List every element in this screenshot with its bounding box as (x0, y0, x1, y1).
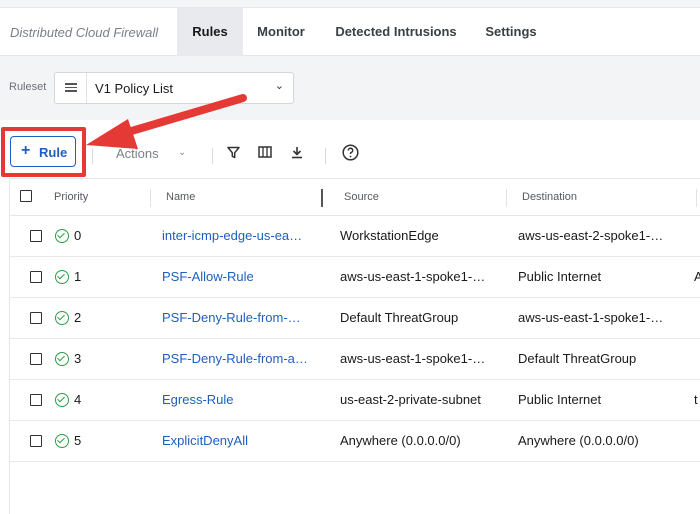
filter-icon[interactable] (224, 142, 242, 162)
column-divider (696, 189, 697, 207)
app-title: Distributed Cloud Firewall (10, 25, 159, 40)
row-checkbox[interactable] (30, 271, 42, 283)
chevron-down-icon: ⌄ (274, 80, 284, 92)
row-name-link[interactable]: inter-icmp-edge-us-ea… (162, 228, 308, 243)
tab-monitor[interactable]: Monitor (246, 8, 316, 56)
row-destination: Default ThreatGroup (518, 351, 637, 366)
tab-detected-intrusions[interactable]: Detected Intrusions (326, 8, 466, 56)
row-name-link[interactable]: PSF-Deny-Rule-from-… (162, 310, 308, 325)
header-priority[interactable]: Priority (54, 191, 88, 203)
highlight-box (1, 127, 86, 177)
help-icon[interactable] (340, 142, 360, 162)
row-truncated-cell: A (694, 269, 700, 284)
row-destination: Public Internet (518, 392, 602, 407)
table-row[interactable]: 4 Egress-Rule us-east-2-private-subnet P… (10, 380, 700, 421)
header-source[interactable]: Source (344, 191, 379, 203)
row-checkbox[interactable] (30, 312, 42, 324)
row-checkbox[interactable] (30, 230, 42, 242)
toolbar-divider (92, 148, 93, 164)
header-name[interactable]: Name (166, 191, 195, 203)
column-divider (150, 189, 151, 207)
row-name-link[interactable]: PSF-Deny-Rule-from-a… (162, 351, 308, 366)
table-row[interactable]: 5 ExplicitDenyAll Anywhere (0.0.0.0/0) A… (10, 421, 700, 462)
columns-icon[interactable] (256, 142, 274, 162)
row-checkbox[interactable] (30, 394, 42, 406)
tab-bar: Distributed Cloud Firewall Rules Monitor… (0, 8, 700, 56)
table-row[interactable]: 0 inter-icmp-edge-us-ea… WorkstationEdge… (10, 216, 700, 257)
toolbar-divider (325, 148, 326, 164)
table-row[interactable]: 2 PSF-Deny-Rule-from-… Default ThreatGro… (10, 298, 700, 339)
check-circle-icon (55, 229, 69, 243)
chevron-down-icon: ⌄ (178, 147, 187, 158)
header-destination[interactable]: Destination (522, 191, 577, 203)
ruleset-select[interactable]: V1 Policy List ⌄ (54, 72, 294, 104)
check-circle-icon (55, 270, 69, 284)
check-circle-icon (55, 352, 69, 366)
list-icon-box (55, 73, 87, 103)
toolbar-divider (212, 148, 213, 164)
row-truncated-cell: t (694, 392, 698, 407)
top-strip (0, 0, 700, 8)
row-priority: 5 (74, 433, 82, 448)
row-name-link[interactable]: PSF-Allow-Rule (162, 269, 308, 284)
check-circle-icon (55, 311, 69, 325)
ruleset-select-value: V1 Policy List (95, 81, 174, 96)
table-row[interactable]: 3 PSF-Deny-Rule-from-a… aws-us-east-1-sp… (10, 339, 700, 380)
list-icon (65, 83, 77, 92)
row-priority: 3 (74, 351, 82, 366)
row-priority: 2 (74, 310, 82, 325)
check-circle-icon (55, 393, 69, 407)
row-priority: 4 (74, 392, 82, 407)
table-row[interactable]: 1 PSF-Allow-Rule aws-us-east-1-spoke1-… … (10, 257, 700, 298)
row-destination: aws-us-east-2-spoke1-… (518, 228, 664, 243)
row-destination: Public Internet (518, 269, 602, 284)
row-checkbox[interactable] (30, 435, 42, 447)
row-priority: 1 (74, 269, 82, 284)
check-circle-icon (55, 434, 69, 448)
ruleset-label: Ruleset (9, 81, 47, 93)
download-icon[interactable] (288, 142, 306, 162)
table-header: Priority Name Source Destination (10, 178, 700, 216)
actions-dropdown[interactable]: Actions (116, 146, 159, 161)
row-checkbox[interactable] (30, 353, 42, 365)
tab-settings[interactable]: Settings (476, 8, 546, 56)
toolbar: + Rule Actions ⌄ (0, 120, 700, 178)
column-resize-handle[interactable] (321, 189, 323, 207)
row-source: WorkstationEdge (340, 228, 439, 243)
row-source: Anywhere (0.0.0.0/0) (340, 433, 461, 448)
row-name-link[interactable]: Egress-Rule (162, 392, 308, 407)
row-destination: aws-us-east-1-spoke1-… (518, 310, 664, 325)
select-all-checkbox[interactable] (20, 190, 32, 202)
column-divider (506, 189, 507, 207)
row-source: aws-us-east-1-spoke1-… (340, 269, 486, 284)
row-destination: Anywhere (0.0.0.0/0) (518, 433, 639, 448)
tab-rules[interactable]: Rules (177, 8, 243, 56)
filter-bar: Ruleset V1 Policy List ⌄ (0, 56, 700, 120)
row-name-link[interactable]: ExplicitDenyAll (162, 433, 308, 448)
row-source: us-east-2-private-subnet (340, 392, 481, 407)
row-source: aws-us-east-1-spoke1-… (340, 351, 486, 366)
row-source: Default ThreatGroup (340, 310, 459, 325)
row-priority: 0 (74, 228, 82, 243)
